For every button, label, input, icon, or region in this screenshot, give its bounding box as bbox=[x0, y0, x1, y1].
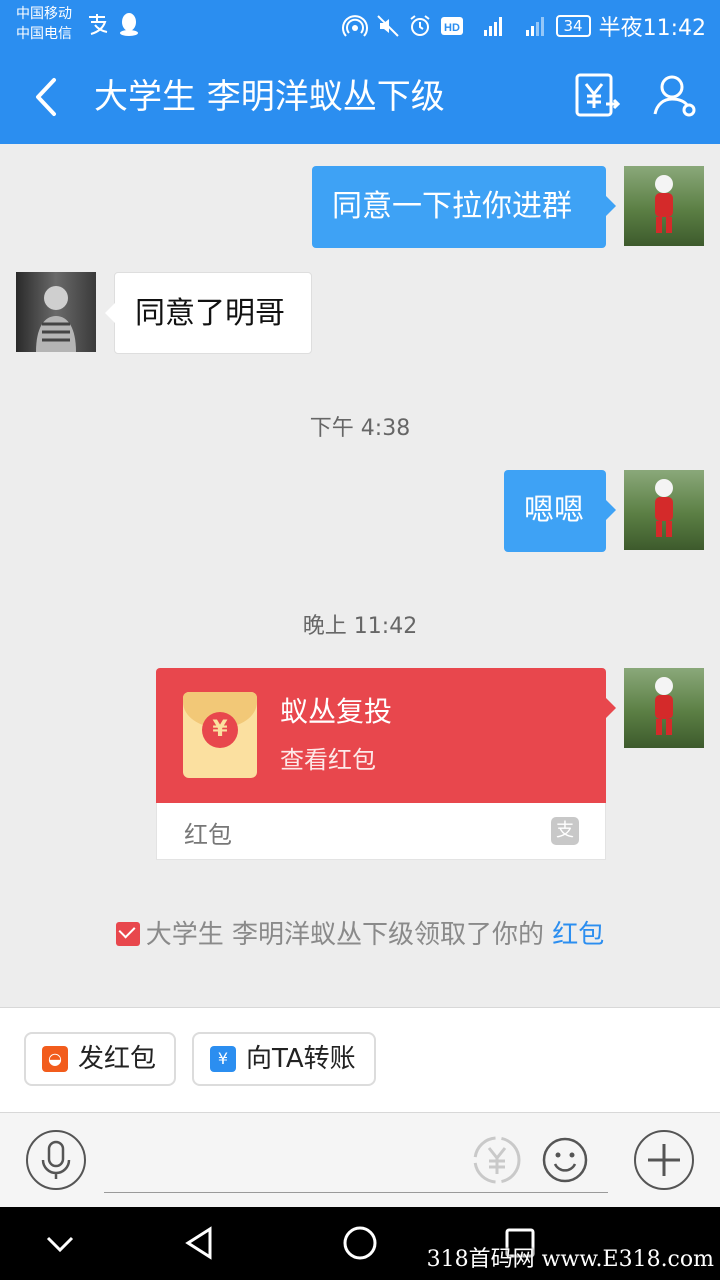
signal-4g-icon bbox=[483, 17, 502, 36]
message-input[interactable] bbox=[104, 1133, 608, 1193]
alipay-notification-icon bbox=[89, 14, 108, 35]
message-bubble-outgoing[interactable]: 同意一下拉你进群 bbox=[312, 166, 616, 248]
input-bar bbox=[0, 1113, 720, 1207]
red-packet-claimed-notice: 大学生 李明洋蚁丛下级领取了你的 红包 bbox=[0, 914, 720, 951]
yuan-coin-icon: ¥ bbox=[202, 712, 238, 748]
avatar-figure bbox=[655, 175, 673, 233]
carrier-2: 中国电信 bbox=[16, 26, 72, 42]
avatar-figure bbox=[36, 286, 76, 352]
timestamp: 晚上 11:42 bbox=[302, 614, 418, 639]
hd-icon: HD bbox=[440, 17, 463, 35]
system-nav-bar: 318首码网 www.E318.com bbox=[0, 1207, 720, 1280]
voice-button[interactable] bbox=[26, 1130, 86, 1190]
send-red-packet-button[interactable]: ◒ 发红包 bbox=[24, 1032, 177, 1086]
red-packet-icon: ◒ bbox=[42, 1046, 68, 1072]
plus-icon bbox=[648, 1144, 680, 1176]
red-packet-footer: 红包 支 bbox=[156, 803, 606, 860]
bubble-tail bbox=[606, 196, 616, 216]
carrier-1: 中国移动 bbox=[16, 6, 72, 22]
message-text: 同意一下拉你进群 bbox=[332, 189, 572, 224]
chat-header: 大学生 李明洋蚁丛下级 bbox=[0, 50, 720, 144]
notice-text: 大学生 李明洋蚁丛下级领取了你的 bbox=[145, 920, 544, 950]
site-watermark: 318首码网 www.E318.com bbox=[426, 1247, 714, 1272]
system-status: HD 34 半夜11:42 bbox=[341, 10, 706, 42]
my-avatar[interactable] bbox=[624, 470, 704, 550]
transfer-label: 向TA转账 bbox=[246, 1044, 356, 1074]
bubble-tail bbox=[606, 698, 616, 718]
red-envelope-icon: ¥ bbox=[183, 692, 257, 778]
red-packet-link[interactable]: 红包 bbox=[552, 920, 604, 950]
alipay-logo-icon: 支 bbox=[551, 817, 579, 845]
avatar-figure bbox=[655, 479, 673, 537]
transfer-icon[interactable] bbox=[574, 72, 620, 118]
emoji-icon[interactable] bbox=[538, 1133, 592, 1187]
more-options-button[interactable] bbox=[634, 1130, 694, 1190]
notification-icons bbox=[86, 12, 140, 36]
message-bubble-incoming[interactable]: 同意了明哥 bbox=[105, 272, 312, 354]
my-avatar[interactable] bbox=[624, 668, 704, 748]
qq-notification-icon bbox=[120, 13, 138, 36]
quick-action-bar: ◒ 发红包 ¥ 向TA转账 bbox=[0, 1007, 720, 1113]
red-packet-label: 红包 bbox=[184, 821, 232, 849]
back-triangle-icon[interactable] bbox=[180, 1223, 220, 1263]
message-text: 同意了明哥 bbox=[135, 296, 285, 331]
svg-text:HD: HD bbox=[444, 22, 460, 34]
clock: 半夜11:42 bbox=[598, 16, 706, 41]
alarm-icon bbox=[409, 15, 430, 36]
red-envelope-small-icon bbox=[115, 922, 140, 946]
yuan-transfer-icon[interactable] bbox=[470, 1133, 524, 1187]
my-avatar[interactable] bbox=[624, 166, 704, 246]
bubble-tail bbox=[105, 303, 115, 323]
hotspot-icon bbox=[341, 15, 368, 37]
battery-level: 34 bbox=[555, 15, 591, 37]
back-arrow-icon[interactable] bbox=[30, 74, 70, 120]
status-bar: 中国移动 中国电信 HD 34 半夜11:42 bbox=[0, 0, 720, 50]
transfer-yuan-icon: ¥ bbox=[210, 1046, 236, 1072]
red-packet-subtitle: 查看红包 bbox=[280, 746, 376, 774]
message-text: 嗯嗯 bbox=[524, 493, 584, 528]
red-packet-header: ¥ 蚁丛复投 查看红包 bbox=[156, 668, 616, 803]
microphone-icon bbox=[41, 1140, 71, 1179]
timestamp: 下午 4:38 bbox=[309, 416, 411, 441]
carrier-info: 中国移动 中国电信 bbox=[16, 4, 72, 44]
mute-icon bbox=[376, 15, 399, 37]
transfer-to-ta-button[interactable]: ¥ 向TA转账 bbox=[192, 1032, 376, 1086]
avatar-figure bbox=[655, 677, 673, 735]
red-packet-card[interactable]: ¥ 蚁丛复投 查看红包 红包 支 bbox=[156, 668, 616, 860]
send-red-packet-label: 发红包 bbox=[78, 1044, 157, 1074]
chat-title: 大学生 李明洋蚁丛下级 bbox=[94, 77, 445, 117]
contact-profile-icon[interactable] bbox=[652, 72, 698, 118]
message-bubble-outgoing[interactable]: 嗯嗯 bbox=[504, 470, 616, 552]
signal-2g-icon bbox=[525, 17, 544, 36]
contact-avatar[interactable] bbox=[16, 272, 96, 352]
home-circle-icon[interactable] bbox=[340, 1223, 380, 1263]
bubble-tail bbox=[606, 500, 616, 520]
red-packet-title: 蚁丛复投 bbox=[280, 695, 393, 728]
chevron-down-icon[interactable] bbox=[40, 1223, 80, 1263]
